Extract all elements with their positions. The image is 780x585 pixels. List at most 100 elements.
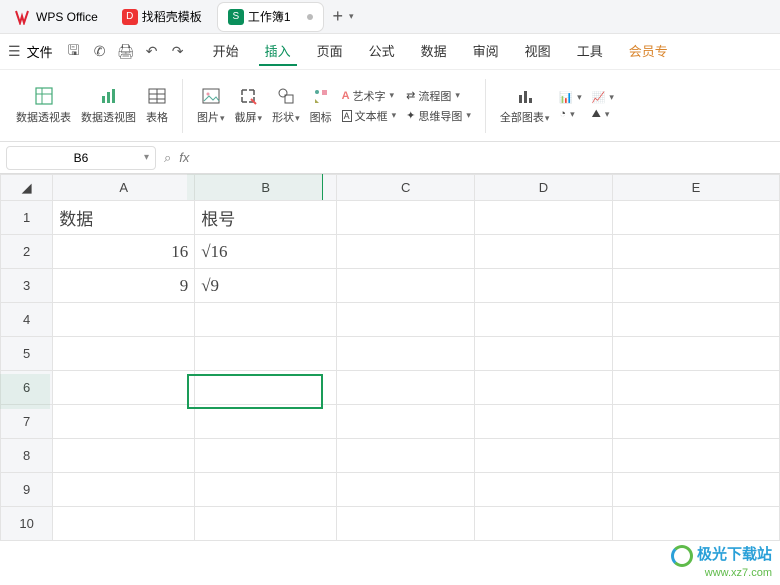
pie-chart-button[interactable]: ◔▾ <box>559 108 581 120</box>
line-chart-button[interactable]: 📈▾ <box>592 91 614 104</box>
fx-label[interactable]: fx <box>179 150 189 165</box>
cell-C9[interactable] <box>337 473 475 507</box>
cell-E8[interactable] <box>612 439 779 473</box>
cell-C7[interactable] <box>337 405 475 439</box>
undo-icon[interactable]: ↶ <box>139 43 165 60</box>
cell-B7[interactable] <box>195 405 337 439</box>
col-B[interactable]: B <box>195 175 337 201</box>
row-5[interactable]: 5 <box>1 337 53 371</box>
cell-A2[interactable]: 16 <box>53 235 195 269</box>
tab-view[interactable]: 视图 <box>519 37 557 66</box>
save-icon[interactable]: 🖫 <box>61 40 87 64</box>
cell-B10[interactable] <box>195 507 337 541</box>
bar-chart-button[interactable]: 📊▾ <box>559 91 581 104</box>
col-D[interactable]: D <box>475 175 613 201</box>
name-box[interactable]: B6 ▾ <box>6 146 156 170</box>
cell-E5[interactable] <box>612 337 779 371</box>
tab-tool[interactable]: 工具 <box>571 37 609 66</box>
tab-workbook[interactable]: S 工作簿1 <box>218 3 323 31</box>
shape-button[interactable]: 形状▾ <box>272 86 300 125</box>
tab-data[interactable]: 数据 <box>415 37 453 66</box>
cell-A6[interactable] <box>53 371 195 405</box>
all-charts-button[interactable]: 全部图表▾ <box>500 86 550 125</box>
cell-D7[interactable] <box>475 405 613 439</box>
cell-D4[interactable] <box>475 303 613 337</box>
textbox-button[interactable]: A文本框▾ <box>342 108 397 124</box>
chevron-down-icon[interactable]: ▾ <box>144 152 149 163</box>
file-menu[interactable]: 文件 <box>27 42 53 61</box>
pivot-chart-button[interactable]: 数据透视图 <box>81 86 136 125</box>
cell-D3[interactable] <box>475 269 613 303</box>
cell-A1[interactable]: 数据 <box>53 201 195 235</box>
cell-B9[interactable] <box>195 473 337 507</box>
cell-E2[interactable] <box>612 235 779 269</box>
tab-page[interactable]: 页面 <box>311 37 349 66</box>
tab-review[interactable]: 审阅 <box>467 37 505 66</box>
cell-C8[interactable] <box>337 439 475 473</box>
cell-D8[interactable] <box>475 439 613 473</box>
row-10[interactable]: 10 <box>1 507 53 541</box>
cell-B1[interactable]: 根号 <box>195 201 337 235</box>
cell-D10[interactable] <box>475 507 613 541</box>
row-1[interactable]: 1 <box>1 201 53 235</box>
row-9[interactable]: 9 <box>1 473 53 507</box>
col-C[interactable]: C <box>337 175 475 201</box>
table-button[interactable]: 表格 <box>146 86 168 125</box>
cell-A5[interactable] <box>53 337 195 371</box>
col-A[interactable]: A <box>53 175 195 201</box>
wordart-button[interactable]: A艺术字▾ <box>342 88 397 104</box>
print-preview-icon[interactable]: ✆ <box>87 43 113 60</box>
row-2[interactable]: 2 <box>1 235 53 269</box>
cell-B6[interactable] <box>195 371 337 405</box>
cell-E3[interactable] <box>612 269 779 303</box>
cell-A3[interactable]: 9 <box>53 269 195 303</box>
tab-formula[interactable]: 公式 <box>363 37 401 66</box>
cell-B3[interactable]: √9 <box>195 269 337 303</box>
mindmap-button[interactable]: ✦思维导图▾ <box>406 108 471 124</box>
hamburger-icon[interactable]: ☰ <box>8 43 21 60</box>
icon-button[interactable]: 图标 <box>310 86 332 125</box>
cell-E6[interactable] <box>612 371 779 405</box>
row-4[interactable]: 4 <box>1 303 53 337</box>
tab-member[interactable]: 会员专 <box>623 37 674 66</box>
cell-B2[interactable]: √16 <box>195 235 337 269</box>
cell-D5[interactable] <box>475 337 613 371</box>
cell-A7[interactable] <box>53 405 195 439</box>
spreadsheet-grid[interactable]: ◢ A B C D E 1数据根号 216√16 39√9 4 5 6 7 8 … <box>0 174 780 584</box>
cell-E7[interactable] <box>612 405 779 439</box>
search-icon[interactable]: ⌕ <box>164 150 171 166</box>
cell-C2[interactable] <box>337 235 475 269</box>
tab-template[interactable]: D 找稻壳模板 <box>112 3 212 31</box>
col-E[interactable]: E <box>612 175 779 201</box>
cell-A10[interactable] <box>53 507 195 541</box>
cell-C1[interactable] <box>337 201 475 235</box>
cell-A4[interactable] <box>53 303 195 337</box>
cell-D1[interactable] <box>475 201 613 235</box>
cell-D6[interactable] <box>475 371 613 405</box>
select-all-corner[interactable]: ◢ <box>1 175 53 201</box>
flowchart-button[interactable]: ⇄流程图▾ <box>406 88 471 104</box>
tab-insert[interactable]: 插入 <box>259 37 297 66</box>
add-tab-button[interactable]: + <box>333 6 344 27</box>
cell-E4[interactable] <box>612 303 779 337</box>
screenshot-button[interactable]: 截屏▾ <box>235 86 263 125</box>
cell-C10[interactable] <box>337 507 475 541</box>
picture-button[interactable]: 图片▾ <box>197 86 225 125</box>
tab-overflow-icon[interactable]: ▾ <box>349 11 354 22</box>
cell-B8[interactable] <box>195 439 337 473</box>
redo-icon[interactable]: ↷ <box>165 43 191 60</box>
cell-A9[interactable] <box>53 473 195 507</box>
pivot-table-button[interactable]: 数据透视表 <box>16 86 71 125</box>
cell-D9[interactable] <box>475 473 613 507</box>
cell-E10[interactable] <box>612 507 779 541</box>
tab-start[interactable]: 开始 <box>207 37 245 66</box>
cell-E1[interactable] <box>612 201 779 235</box>
cell-C3[interactable] <box>337 269 475 303</box>
cell-E9[interactable] <box>612 473 779 507</box>
cell-D2[interactable] <box>475 235 613 269</box>
cell-C6[interactable] <box>337 371 475 405</box>
area-chart-button[interactable]: ⛰▾ <box>592 108 614 121</box>
cell-C4[interactable] <box>337 303 475 337</box>
row-7[interactable]: 7 <box>1 405 53 439</box>
cell-A8[interactable] <box>53 439 195 473</box>
